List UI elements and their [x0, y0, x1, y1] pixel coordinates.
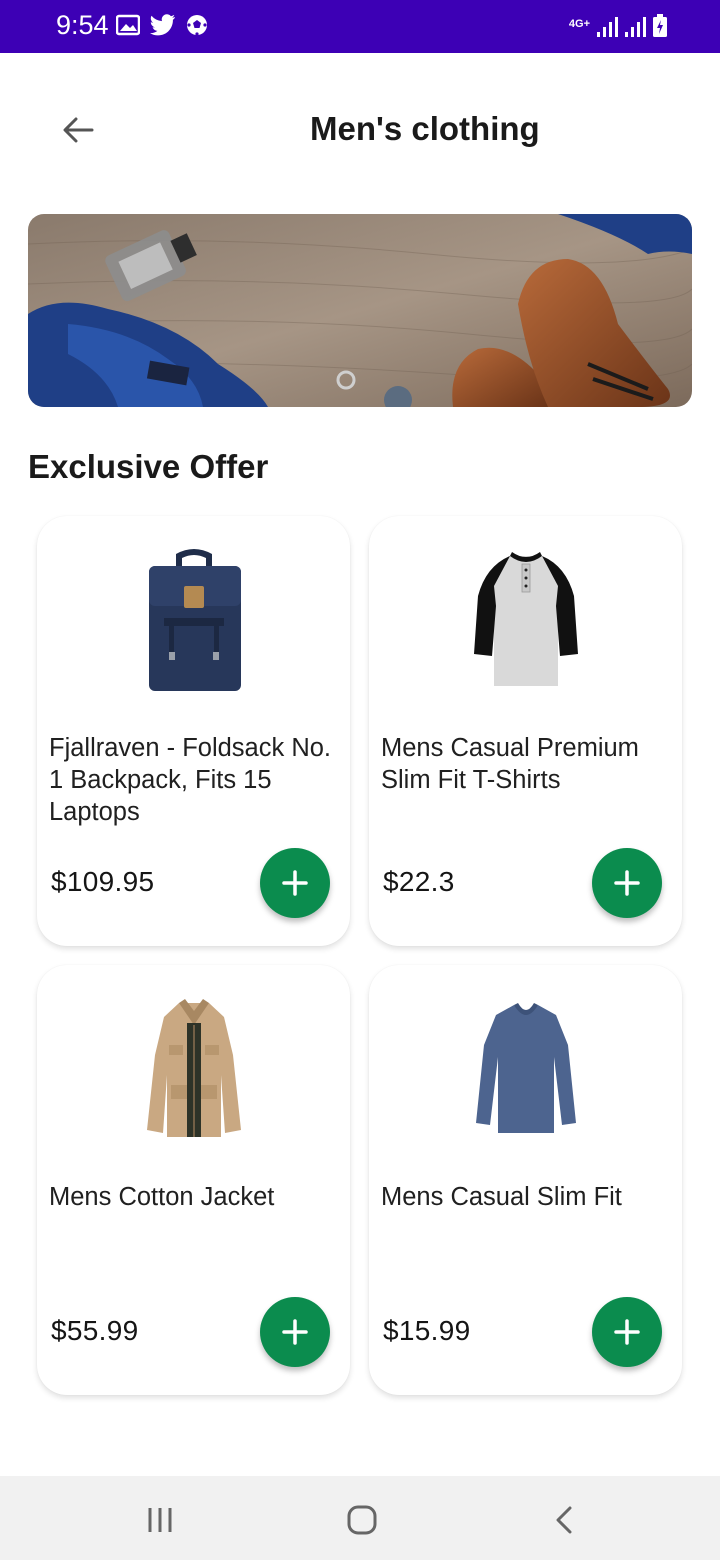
- section-title: Exclusive Offer: [28, 448, 269, 485]
- home-button[interactable]: [332, 1498, 392, 1542]
- arrow-left-icon: [63, 117, 94, 143]
- image-icon: [116, 14, 140, 36]
- product-image: [369, 546, 682, 716]
- twitter-icon: [150, 14, 175, 36]
- product-price: $22.3: [383, 866, 455, 897]
- product-image: [37, 995, 350, 1165]
- promo-banner[interactable]: [28, 214, 692, 407]
- signal-icon: [597, 17, 618, 37]
- product-image: [37, 546, 350, 716]
- home-icon: [347, 1505, 377, 1535]
- add-to-cart-button[interactable]: [592, 848, 662, 918]
- add-to-cart-button[interactable]: [260, 1297, 330, 1367]
- add-to-cart-button[interactable]: [260, 848, 330, 918]
- signal-icon: [625, 17, 646, 37]
- nav-back-button[interactable]: [534, 1498, 594, 1542]
- product-price: $109.95: [51, 866, 155, 897]
- back-button[interactable]: [52, 104, 104, 156]
- product-card[interactable]: Mens Cotton Jacket $55.99: [37, 965, 350, 1395]
- product-card[interactable]: Mens Casual Slim Fit $15.99: [369, 965, 682, 1395]
- product-card[interactable]: Mens Casual Premium Slim Fit T-Shirts $2…: [369, 516, 682, 946]
- 4g-icon: 4G+: [568, 18, 590, 30]
- product-price: $15.99: [383, 1315, 471, 1346]
- plus-icon: [614, 1319, 640, 1345]
- cotton-jacket-image: [146, 999, 241, 1137]
- plus-icon: [614, 870, 640, 896]
- raglan-tshirt-image: [473, 552, 578, 686]
- recents-button[interactable]: [130, 1498, 190, 1542]
- status-bar: 9:54 4G+: [0, 0, 720, 53]
- backpack-image: [148, 549, 241, 691]
- soccer-ball-icon: [187, 15, 207, 36]
- system-navigation-bar: [0, 1476, 720, 1560]
- plus-icon: [282, 1319, 308, 1345]
- product-name: Mens Cotton Jacket: [49, 1183, 275, 1211]
- product-card[interactable]: Fjallraven - Foldsack No. 1 Backpack, Fi…: [37, 516, 350, 946]
- product-name: Mens Casual Slim Fit: [381, 1183, 622, 1211]
- back-icon: [556, 1506, 572, 1534]
- status-time: 9:54: [56, 10, 109, 40]
- product-price: $55.99: [51, 1315, 139, 1346]
- page-title: Men's clothing: [310, 110, 540, 147]
- add-to-cart-button[interactable]: [592, 1297, 662, 1367]
- product-name: Mens Casual Premium Slim Fit T-Shirts: [381, 734, 639, 794]
- product-name: Fjallraven - Foldsack No. 1 Backpack, Fi…: [49, 734, 332, 826]
- mens-accessories-banner-image: [28, 214, 692, 407]
- long-sleeve-shirt-image: [475, 1003, 576, 1133]
- plus-icon: [282, 870, 308, 896]
- battery-icon: [653, 14, 667, 37]
- recents-icon: [148, 1508, 172, 1532]
- product-image: [369, 995, 682, 1165]
